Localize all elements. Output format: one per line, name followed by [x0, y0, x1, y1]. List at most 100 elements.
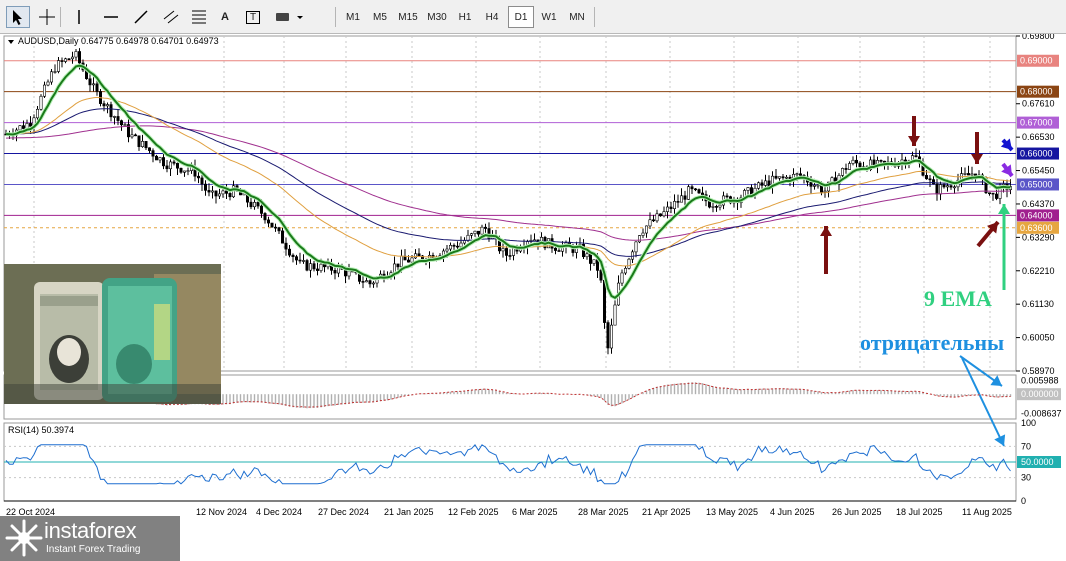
candle-body [662, 211, 666, 217]
candle-body [963, 173, 967, 175]
candle-body [144, 141, 148, 149]
candle-body [151, 150, 155, 157]
trend-line-tool-button[interactable] [128, 6, 154, 28]
candle-body [165, 165, 169, 170]
channel-tool-button[interactable] [158, 6, 184, 28]
time-axis-label: 13 May 2025 [706, 507, 758, 517]
candle-body [637, 235, 641, 243]
candle-body [994, 193, 998, 199]
candle-body [204, 183, 208, 191]
candle-body [641, 232, 645, 236]
candle-body [172, 161, 176, 164]
timeframe-d1-button[interactable]: D1 [508, 6, 534, 28]
candle-body [592, 259, 596, 264]
candle-body [78, 51, 82, 64]
candle-body [634, 241, 638, 253]
candle-body [67, 58, 71, 61]
level-price-label: 0.63600 [1020, 223, 1053, 233]
timeframe-m30-button[interactable]: M30 [424, 6, 450, 28]
candle-body [298, 259, 302, 262]
candle-body [777, 176, 781, 179]
horizontal-line-icon [104, 16, 118, 18]
candle-body [106, 104, 110, 107]
candle-body [448, 245, 452, 250]
candle-body [116, 116, 120, 121]
candle-body [725, 195, 729, 198]
candle-body [137, 135, 141, 147]
candle-body [322, 263, 326, 268]
toolbar-separator [60, 7, 61, 27]
horizontal-line-tool-button[interactable] [98, 6, 124, 28]
candle-body [35, 108, 39, 119]
timeframe-h4-button[interactable]: H4 [480, 6, 504, 28]
candle-body [315, 268, 319, 271]
candle-body [287, 248, 291, 256]
text-icon: A [221, 11, 229, 23]
candle-body [459, 242, 463, 248]
candle-body [774, 175, 778, 179]
candle-body [690, 186, 694, 190]
candle-body [301, 260, 305, 262]
time-axis-label: 11 Aug 2025 [962, 507, 1012, 517]
candle-body [756, 182, 760, 189]
rsi-axis-label: 50.0000 [1021, 457, 1054, 467]
crosshair-icon [39, 9, 55, 25]
candle-body [392, 263, 396, 274]
price-axis-label: 0.65450 [1022, 166, 1055, 176]
candle-body [469, 233, 473, 236]
candle-body [714, 206, 718, 208]
rsi-info-text: RSI(14) 50.3974 [8, 425, 74, 435]
candle-body [200, 177, 204, 185]
cursor-tool-button[interactable] [6, 6, 30, 28]
rsi-axis-label: 70 [1021, 441, 1031, 451]
shapes-tool-button[interactable] [270, 6, 310, 28]
candle-body [501, 248, 505, 252]
candle-body [609, 324, 613, 349]
candle-body [613, 304, 617, 326]
text-label-tool-button[interactable]: T [240, 6, 266, 28]
candle-body [938, 184, 942, 195]
candle-body [931, 179, 935, 185]
collapse-arrow-icon[interactable] [8, 40, 14, 44]
crosshair-tool-button[interactable] [34, 6, 60, 28]
timeframe-m15-button[interactable]: M15 [395, 6, 421, 28]
candle-body [816, 184, 820, 187]
candle-body [508, 255, 512, 257]
candle-body [851, 159, 855, 164]
candle-body [53, 71, 57, 73]
timeframe-w1-button[interactable]: W1 [537, 6, 561, 28]
candle-body [879, 160, 883, 162]
price-axis-label: 0.63290 [1022, 232, 1055, 242]
candle-body [417, 253, 421, 257]
candle-body [270, 222, 274, 228]
candle-body [672, 201, 676, 209]
red-arrow-up-right [976, 220, 1000, 248]
candle-body [176, 162, 180, 169]
candle-body [214, 190, 218, 197]
logo-wordmark: instaforex [44, 518, 137, 543]
candle-body [284, 242, 288, 250]
candle-body [693, 188, 697, 191]
price-axis-label: 0.69800 [1022, 34, 1055, 41]
chart-window: 22 Oct 2024 12 Nov 2024 4 Dec 2024 27 Dec 2… [0, 34, 1066, 561]
candle-body [945, 185, 949, 188]
candle-body [308, 263, 312, 271]
price-axis-label: 0.67610 [1022, 99, 1055, 109]
candle-body [410, 257, 414, 263]
candle-body [781, 176, 785, 179]
chart-info-text: AUDUSD,Daily 0.64775 0.64978 0.64701 0.6… [18, 36, 219, 46]
timeframe-mn-button[interactable]: MN [564, 6, 590, 28]
fibonacci-tool-button[interactable] [188, 6, 210, 28]
candle-body [798, 173, 802, 176]
time-axis-label: 4 Jun 2025 [770, 507, 815, 517]
candle-body [18, 125, 22, 131]
vertical-line-tool-button[interactable] [66, 6, 92, 28]
timeframe-h1-button[interactable]: H1 [453, 6, 477, 28]
candle-body [651, 219, 655, 222]
timeframe-m1-button[interactable]: M1 [341, 6, 365, 28]
candle-body [28, 123, 32, 127]
candle-body [823, 190, 827, 193]
candle-body [844, 168, 848, 170]
text-tool-button[interactable]: A [214, 6, 236, 28]
timeframe-m5-button[interactable]: M5 [368, 6, 392, 28]
